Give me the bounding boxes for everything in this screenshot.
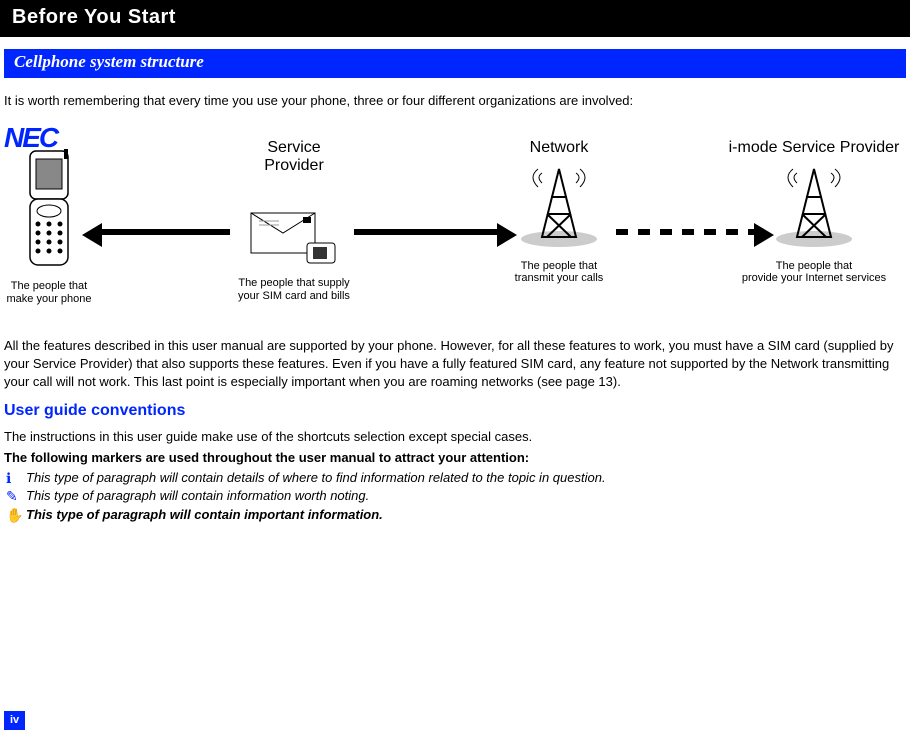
marker-important: ✋ This type of paragraph will contain im… — [4, 506, 906, 524]
arrow-head-left-icon — [82, 223, 102, 247]
important-marker-icon: ✋ — [6, 506, 23, 525]
section-title: Cellphone system structure — [4, 49, 906, 78]
network-label: Network — [479, 139, 639, 157]
service-label: Service Provider — [214, 139, 374, 174]
note-marker-icon: ✎ — [6, 487, 18, 506]
arrow-line — [100, 229, 230, 235]
marker-text: This type of paragraph will contain info… — [26, 488, 369, 503]
markers-intro: The following markers are used throughou… — [4, 449, 906, 467]
phone-icon — [20, 149, 78, 269]
imode-label: i-mode Service Provider — [724, 139, 904, 157]
diagram-col-service: Service Provider The people that supply … — [214, 139, 374, 302]
info-marker-icon: ℹ — [6, 469, 11, 488]
tower-icon — [514, 159, 604, 249]
marker-info: ℹ This type of paragraph will contain de… — [4, 469, 906, 487]
conventions-heading: User guide conventions — [4, 400, 906, 422]
phone-caption: The people that make your phone — [4, 280, 94, 305]
conventions-intro: The instructions in this user guide make… — [4, 428, 906, 446]
diagram-col-network: Network The people that transmit your ca… — [479, 139, 639, 284]
system-diagram: NEC The people that make your phone Serv… — [4, 119, 906, 329]
page-header: Before You Start — [0, 0, 910, 37]
diagram-col-imode: i-mode Service Provider The people that … — [724, 139, 904, 284]
marker-text: This type of paragraph will contain deta… — [26, 470, 606, 485]
intro-text: It is worth remembering that every time … — [4, 92, 906, 110]
marker-text: This type of paragraph will contain impo… — [26, 507, 383, 522]
envelope-sim-icon — [249, 207, 339, 267]
page-number: iv — [4, 711, 25, 730]
tower-icon — [769, 159, 859, 249]
marker-note: ✎ This type of paragraph will contain in… — [4, 487, 906, 505]
paragraph-features: All the features described in this user … — [4, 337, 906, 390]
network-caption: The people that transmit your calls — [479, 260, 639, 285]
imode-caption: The people that provide your Internet se… — [724, 260, 904, 285]
diagram-col-phone: The people that make your phone — [4, 149, 94, 305]
service-caption: The people that supply your SIM card and… — [214, 277, 374, 302]
markers-list: ℹ This type of paragraph will contain de… — [4, 469, 906, 524]
arrow-line — [354, 229, 499, 235]
